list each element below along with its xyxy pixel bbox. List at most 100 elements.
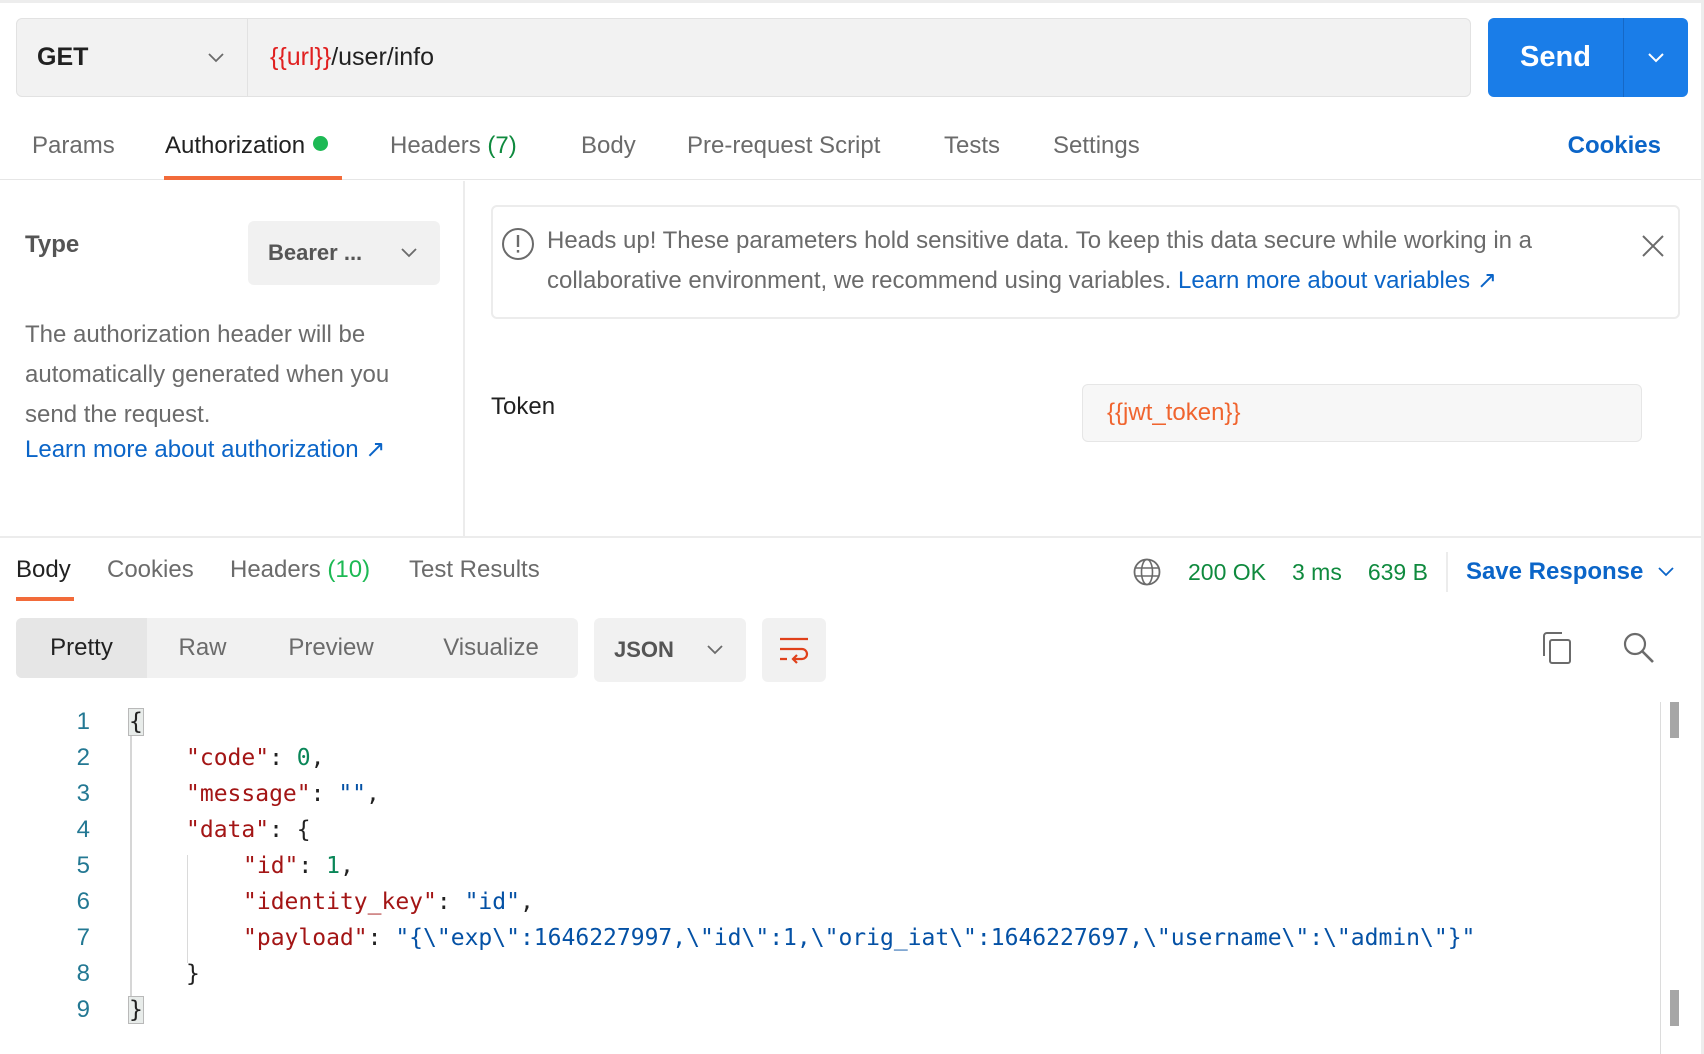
- response-tab-body[interactable]: Body: [16, 556, 71, 584]
- globe-icon[interactable]: [1132, 557, 1162, 587]
- auth-description: The authorization header will be automat…: [25, 321, 390, 428]
- response-tab-test-results[interactable]: Test Results: [409, 556, 540, 584]
- tab-settings[interactable]: Settings: [1053, 132, 1140, 160]
- tab-pre-request-script[interactable]: Pre-request Script: [687, 132, 880, 160]
- status-dot-icon: [313, 136, 329, 151]
- separator: [1445, 552, 1448, 592]
- language-select[interactable]: JSON: [594, 618, 746, 682]
- auth-type-value: Bearer ...: [268, 240, 363, 265]
- json-key: "data": [186, 817, 270, 843]
- response-tab-cookies[interactable]: Cookies: [107, 556, 194, 584]
- json-punct: ,: [519, 889, 534, 915]
- headers-count: (10): [327, 556, 371, 583]
- chevron-down-icon: [208, 52, 224, 62]
- sensitive-data-alert: Heads up! These parameters hold sensitiv…: [491, 205, 1680, 319]
- response-tabs: Body Cookies Headers (10) Test Results 2…: [0, 538, 1701, 608]
- line-number: 2: [76, 744, 90, 771]
- request-tabs: Params Authorization Headers (7) Body Pr…: [0, 120, 1701, 180]
- tab-label: Body: [16, 556, 71, 583]
- language-value: JSON: [614, 637, 674, 662]
- json-value: "id": [464, 889, 520, 915]
- chevron-down-icon: [707, 645, 723, 655]
- line-number: 1: [76, 708, 90, 735]
- matched-brace: {: [128, 708, 144, 736]
- response-tab-headers[interactable]: Headers (10): [230, 556, 370, 584]
- indent-guide: [130, 720, 132, 1010]
- active-tab-underline: [164, 176, 342, 180]
- matched-brace: }: [128, 996, 144, 1024]
- auth-type-panel: Type Bearer ... The authorization header…: [0, 181, 465, 536]
- response-status-bar: 200 OK 3 ms 639 B Save Response: [1132, 552, 1675, 592]
- cookies-link[interactable]: Cookies: [1568, 132, 1661, 160]
- send-options-button[interactable]: [1624, 18, 1688, 97]
- json-punct: }: [186, 961, 200, 987]
- token-input[interactable]: {{jwt_token}}: [1082, 384, 1642, 442]
- tab-headers[interactable]: Headers (7): [390, 132, 517, 160]
- wrap-lines-button[interactable]: [762, 618, 826, 682]
- json-punct: ,: [310, 745, 325, 771]
- tab-label: Settings: [1053, 132, 1140, 159]
- line-number: 4: [76, 816, 90, 843]
- json-key: "payload": [243, 925, 368, 951]
- auth-type-select[interactable]: Bearer ...: [248, 221, 440, 285]
- chevron-down-icon[interactable]: [1657, 566, 1675, 578]
- format-pretty[interactable]: Pretty: [16, 618, 147, 678]
- format-raw[interactable]: Raw: [147, 618, 258, 678]
- tab-tests[interactable]: Tests: [944, 132, 1000, 160]
- json-punct: ,: [366, 781, 380, 807]
- json-key: "code": [186, 745, 270, 771]
- window-top-border: [0, 0, 1704, 3]
- chevron-down-icon: [1648, 52, 1664, 62]
- copy-icon[interactable]: [1540, 630, 1574, 666]
- close-icon[interactable]: [1640, 233, 1666, 259]
- type-label: Type: [25, 231, 80, 258]
- json-value: 0: [296, 745, 311, 771]
- wrap-lines-icon: [780, 637, 809, 664]
- json-value: 1: [326, 853, 340, 879]
- tab-label: Body: [581, 132, 636, 159]
- tab-label: Headers: [390, 132, 481, 159]
- tab-body[interactable]: Body: [581, 132, 636, 160]
- format-tabs: Pretty Raw Preview Visualize: [16, 618, 578, 678]
- status-code[interactable]: 200 OK: [1188, 559, 1266, 586]
- url-input[interactable]: {{url}}/user/info: [248, 19, 1470, 96]
- json-value: "": [338, 781, 367, 807]
- tab-authorization[interactable]: Authorization: [165, 132, 329, 160]
- line-number: 8: [76, 960, 90, 987]
- line-number: 7: [76, 924, 90, 951]
- active-tab-underline: [16, 597, 74, 601]
- token-label: Token: [491, 393, 556, 420]
- response-size[interactable]: 639 B: [1368, 559, 1428, 586]
- send-button[interactable]: Send: [1488, 18, 1624, 97]
- format-visualize[interactable]: Visualize: [404, 618, 578, 678]
- scrollbar-thumb[interactable]: [1670, 702, 1679, 738]
- json-key: "message": [186, 781, 311, 807]
- alert-icon: [502, 228, 534, 260]
- learn-more-variables-link[interactable]: Learn more about variables ↗: [1178, 267, 1497, 294]
- chevron-down-icon: [401, 248, 417, 258]
- scrollbar-marker[interactable]: [1670, 990, 1679, 1026]
- search-icon[interactable]: [1621, 630, 1657, 666]
- json-value: "{\"exp\":1646227997,\"id\":1,\"orig_iat…: [395, 925, 1476, 951]
- line-number: 3: [76, 780, 90, 807]
- scrollbar-track[interactable]: [1660, 702, 1661, 1054]
- save-response-button[interactable]: Save Response: [1466, 558, 1643, 586]
- json-key: "id": [243, 853, 299, 879]
- method-select[interactable]: GET: [17, 19, 248, 96]
- response-body-viewer[interactable]: 1 { 2 "code": 0, 3 "message": "", 4 "dat…: [0, 700, 1660, 1030]
- send-button-group: Send: [1488, 18, 1688, 97]
- alert-message: Heads up! These parameters hold sensitiv…: [547, 221, 1607, 301]
- json-value: {: [296, 817, 311, 843]
- url-variable: {{url}}: [270, 43, 332, 71]
- learn-more-authorization-link[interactable]: Learn more about authorization ↗: [25, 435, 385, 464]
- tab-label: Test Results: [409, 556, 540, 583]
- format-preview[interactable]: Preview: [258, 618, 404, 678]
- json-key: "identity_key": [243, 889, 437, 915]
- tab-label: Tests: [944, 132, 1001, 159]
- method-label: GET: [37, 43, 89, 71]
- url-path: /user/info: [331, 43, 435, 71]
- tab-params[interactable]: Params: [32, 132, 115, 160]
- response-time[interactable]: 3 ms: [1292, 559, 1342, 586]
- tab-label: Cookies: [107, 556, 194, 583]
- headers-count: (7): [487, 132, 517, 159]
